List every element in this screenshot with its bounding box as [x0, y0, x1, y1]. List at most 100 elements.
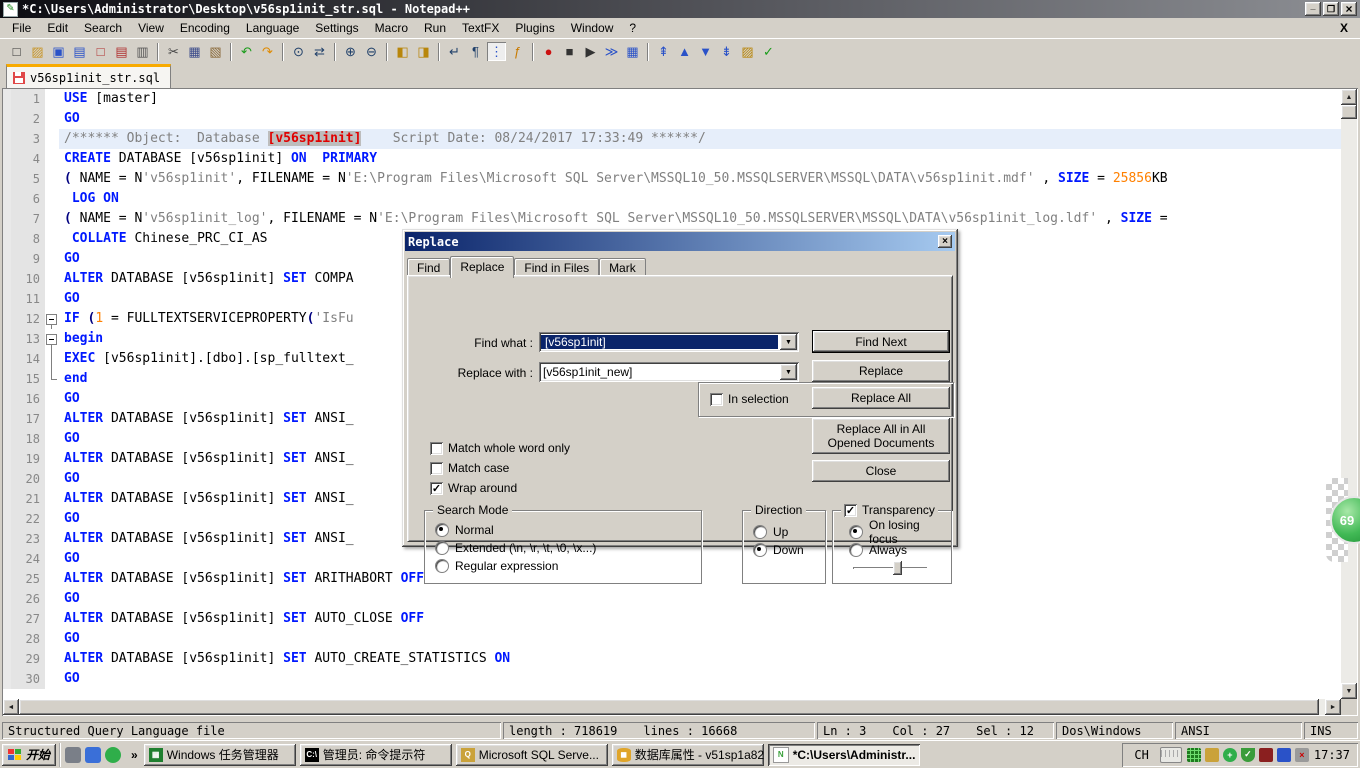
line-number[interactable]: 4 — [11, 149, 45, 169]
in-selection-box[interactable] — [710, 393, 723, 406]
clock[interactable]: 17:37 — [1314, 748, 1350, 762]
bookmark-margin[interactable] — [3, 269, 11, 289]
in-selection-checkbox[interactable]: In selection — [710, 392, 789, 406]
direction-radio-up[interactable]: Up — [753, 523, 825, 541]
green-ball-icon[interactable] — [105, 747, 121, 763]
line-number[interactable]: 26 — [11, 589, 45, 609]
indent-guide-icon[interactable]: ⋮ — [487, 42, 506, 61]
fold-margin[interactable] — [45, 329, 59, 349]
goto-top-icon[interactable]: ⇞ — [654, 42, 673, 61]
fold-margin[interactable] — [45, 169, 59, 189]
bookmark-margin[interactable] — [3, 169, 11, 189]
code-line[interactable]: 28GO — [3, 629, 1341, 649]
line-number[interactable]: 24 — [11, 549, 45, 569]
menu-language[interactable]: Language — [238, 19, 307, 37]
sync-horizontal-icon[interactable]: ◨ — [414, 42, 433, 61]
menu-settings[interactable]: Settings — [307, 19, 366, 37]
find-next-button[interactable]: Find Next — [812, 330, 950, 353]
menu-view[interactable]: View — [130, 19, 172, 37]
replace-with-combobox[interactable]: [v56sp1init_new] — [539, 362, 799, 382]
bookmark-margin[interactable] — [3, 509, 11, 529]
search-mode-radio-extended-n-r-t-0-x[interactable]: Extended (\n, \r, \t, \0, \x...) — [435, 539, 701, 557]
menu-plugins[interactable]: Plugins — [507, 19, 562, 37]
open-snippets-icon[interactable]: ▨ — [738, 42, 757, 61]
fold-margin[interactable] — [45, 309, 59, 329]
fold-margin[interactable] — [45, 529, 59, 549]
redo-icon[interactable]: ↷ — [258, 42, 277, 61]
start-button[interactable]: 开始 — [2, 744, 56, 766]
line-text[interactable]: ALTER DATABASE [v56sp1init] SET AUTO_CLO… — [59, 609, 1341, 629]
fold-margin[interactable] — [45, 149, 59, 169]
transparency-checkbox[interactable]: Transparency — [841, 503, 938, 517]
bookmark-margin[interactable] — [3, 609, 11, 629]
goto-bottom-icon[interactable]: ⇟ — [717, 42, 736, 61]
wrap-around-checkbox[interactable]: Wrap around — [430, 481, 517, 495]
line-number[interactable]: 28 — [11, 629, 45, 649]
vertical-scrollbar[interactable] — [1341, 89, 1357, 699]
line-number[interactable]: 17 — [11, 409, 45, 429]
dialog-close-icon[interactable] — [938, 235, 952, 248]
menu-edit[interactable]: Edit — [39, 19, 76, 37]
bookmark-margin[interactable] — [3, 429, 11, 449]
bookmark-margin[interactable] — [3, 669, 11, 689]
fold-margin[interactable] — [45, 629, 59, 649]
match-whole-word-checkbox[interactable]: Match whole word only — [430, 441, 570, 455]
keyboard-icon[interactable] — [1160, 747, 1182, 763]
close-all-docs-icon[interactable]: ▤ — [112, 42, 131, 61]
horizontal-scroll-thumb[interactable] — [19, 699, 1319, 715]
line-number[interactable]: 30 — [11, 669, 45, 689]
dialog-tab-replace[interactable]: Replace — [450, 256, 514, 278]
play-macro-icon[interactable]: ▶ — [581, 42, 600, 61]
zoom-out-icon[interactable]: ⊖ — [362, 42, 381, 61]
replace-all-open-button[interactable]: Replace All in All Opened Documents — [812, 418, 950, 454]
code-line[interactable]: 26GO — [3, 589, 1341, 609]
bookmark-margin[interactable] — [3, 249, 11, 269]
find-what-value[interactable]: [v56sp1init] — [541, 335, 778, 349]
taskbar-task-notepadpp[interactable]: N*C:\Users\Administr... — [768, 744, 920, 766]
search-mode-radio-regular-expression[interactable]: Regular expression — [435, 557, 701, 575]
bookmark-margin[interactable] — [3, 309, 11, 329]
line-number[interactable]: 23 — [11, 529, 45, 549]
prev-bookmark-icon[interactable]: ▲ — [675, 42, 694, 61]
taskbar-task-task-manager[interactable]: ▦Windows 任务管理器 — [144, 744, 296, 766]
menu-window[interactable]: Window — [563, 19, 622, 37]
line-number[interactable]: 27 — [11, 609, 45, 629]
save-all-icon[interactable]: ▤ — [70, 42, 89, 61]
bookmark-margin[interactable] — [3, 409, 11, 429]
fold-margin[interactable] — [45, 469, 59, 489]
line-number[interactable]: 16 — [11, 389, 45, 409]
current-line-text[interactable]: /****** Object: Database [v56sp1init] Sc… — [59, 129, 1341, 149]
antivirus-icon[interactable] — [1259, 748, 1273, 762]
bookmark-margin[interactable] — [3, 329, 11, 349]
fold-margin[interactable] — [45, 209, 59, 229]
spell-check-icon[interactable]: ✓ — [759, 42, 778, 61]
scroll-right-icon[interactable] — [1325, 699, 1341, 715]
bookmark-margin[interactable] — [3, 289, 11, 309]
fold-margin[interactable] — [45, 589, 59, 609]
copy-icon[interactable]: ▦ — [185, 42, 204, 61]
volume-muted-icon[interactable]: × — [1295, 748, 1309, 762]
bookmark-margin[interactable] — [3, 569, 11, 589]
fold-margin[interactable] — [45, 509, 59, 529]
menu-run[interactable]: Run — [416, 19, 454, 37]
fold-margin[interactable] — [45, 189, 59, 209]
line-number[interactable]: 3 — [11, 129, 45, 149]
close-dialog-button[interactable]: Close — [812, 460, 950, 482]
line-number[interactable]: 13 — [11, 329, 45, 349]
line-text[interactable]: GO — [59, 669, 1341, 689]
show-all-chars-icon[interactable]: ¶ — [466, 42, 485, 61]
fold-margin[interactable] — [45, 229, 59, 249]
code-line[interactable]: 7( NAME = N'v56sp1init_log', FILENAME = … — [3, 209, 1341, 229]
green-plus-icon[interactable]: + — [1223, 748, 1237, 762]
line-number[interactable]: 20 — [11, 469, 45, 489]
menu-macro[interactable]: Macro — [367, 19, 416, 37]
restore-button[interactable] — [1323, 2, 1339, 16]
bookmark-margin[interactable] — [3, 549, 11, 569]
line-number[interactable]: 25 — [11, 569, 45, 589]
line-number[interactable]: 10 — [11, 269, 45, 289]
menu-textfx[interactable]: TextFX — [454, 19, 507, 37]
transparency-slider[interactable] — [853, 561, 927, 575]
line-number[interactable]: 11 — [11, 289, 45, 309]
code-line[interactable]: 2GO — [3, 109, 1341, 129]
line-text[interactable]: ( NAME = N'v56sp1init_log', FILENAME = N… — [59, 209, 1341, 229]
